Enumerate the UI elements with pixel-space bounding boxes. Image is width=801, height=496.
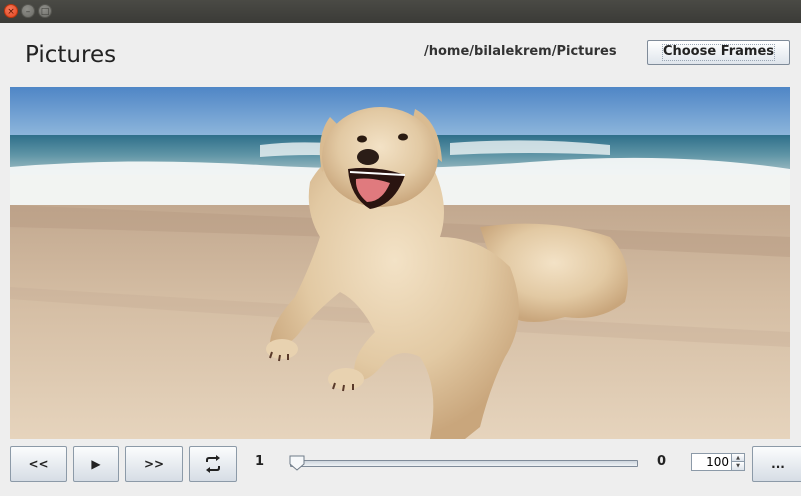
more-options-button[interactable]: ... [752, 446, 801, 482]
play-button[interactable]: ▶ [73, 446, 119, 482]
loop-button[interactable] [189, 446, 237, 482]
total-frames-label: 0 [657, 454, 667, 469]
frame-viewer [10, 87, 790, 439]
frame-slider-thumb[interactable] [289, 455, 305, 471]
speed-spinner[interactable]: ▲ ▼ [691, 453, 745, 471]
rewind-button[interactable]: << [10, 446, 67, 482]
spinner-down-arrow-icon[interactable]: ▼ [731, 462, 744, 470]
folder-path-label: /home/bilalekrem/Pictures [424, 44, 617, 59]
window-minimize-button[interactable]: – [21, 4, 35, 18]
page-title: Pictures [25, 42, 117, 68]
forward-button[interactable]: >> [125, 446, 183, 482]
spinner-up-arrow-icon[interactable]: ▲ [731, 454, 744, 462]
speed-input[interactable] [692, 454, 731, 470]
loop-icon [206, 455, 220, 473]
choose-frames-button[interactable]: Choose Frames [647, 40, 790, 65]
choose-frames-label: Choose Frames [662, 44, 775, 59]
window-titlebar: × – □ [0, 0, 801, 23]
dog-on-beach-photo [10, 87, 790, 439]
frame-slider-track[interactable] [290, 460, 638, 467]
current-frame-label: 1 [255, 454, 265, 469]
window-maximize-button[interactable]: □ [38, 4, 52, 18]
window-close-button[interactable]: × [4, 4, 18, 18]
